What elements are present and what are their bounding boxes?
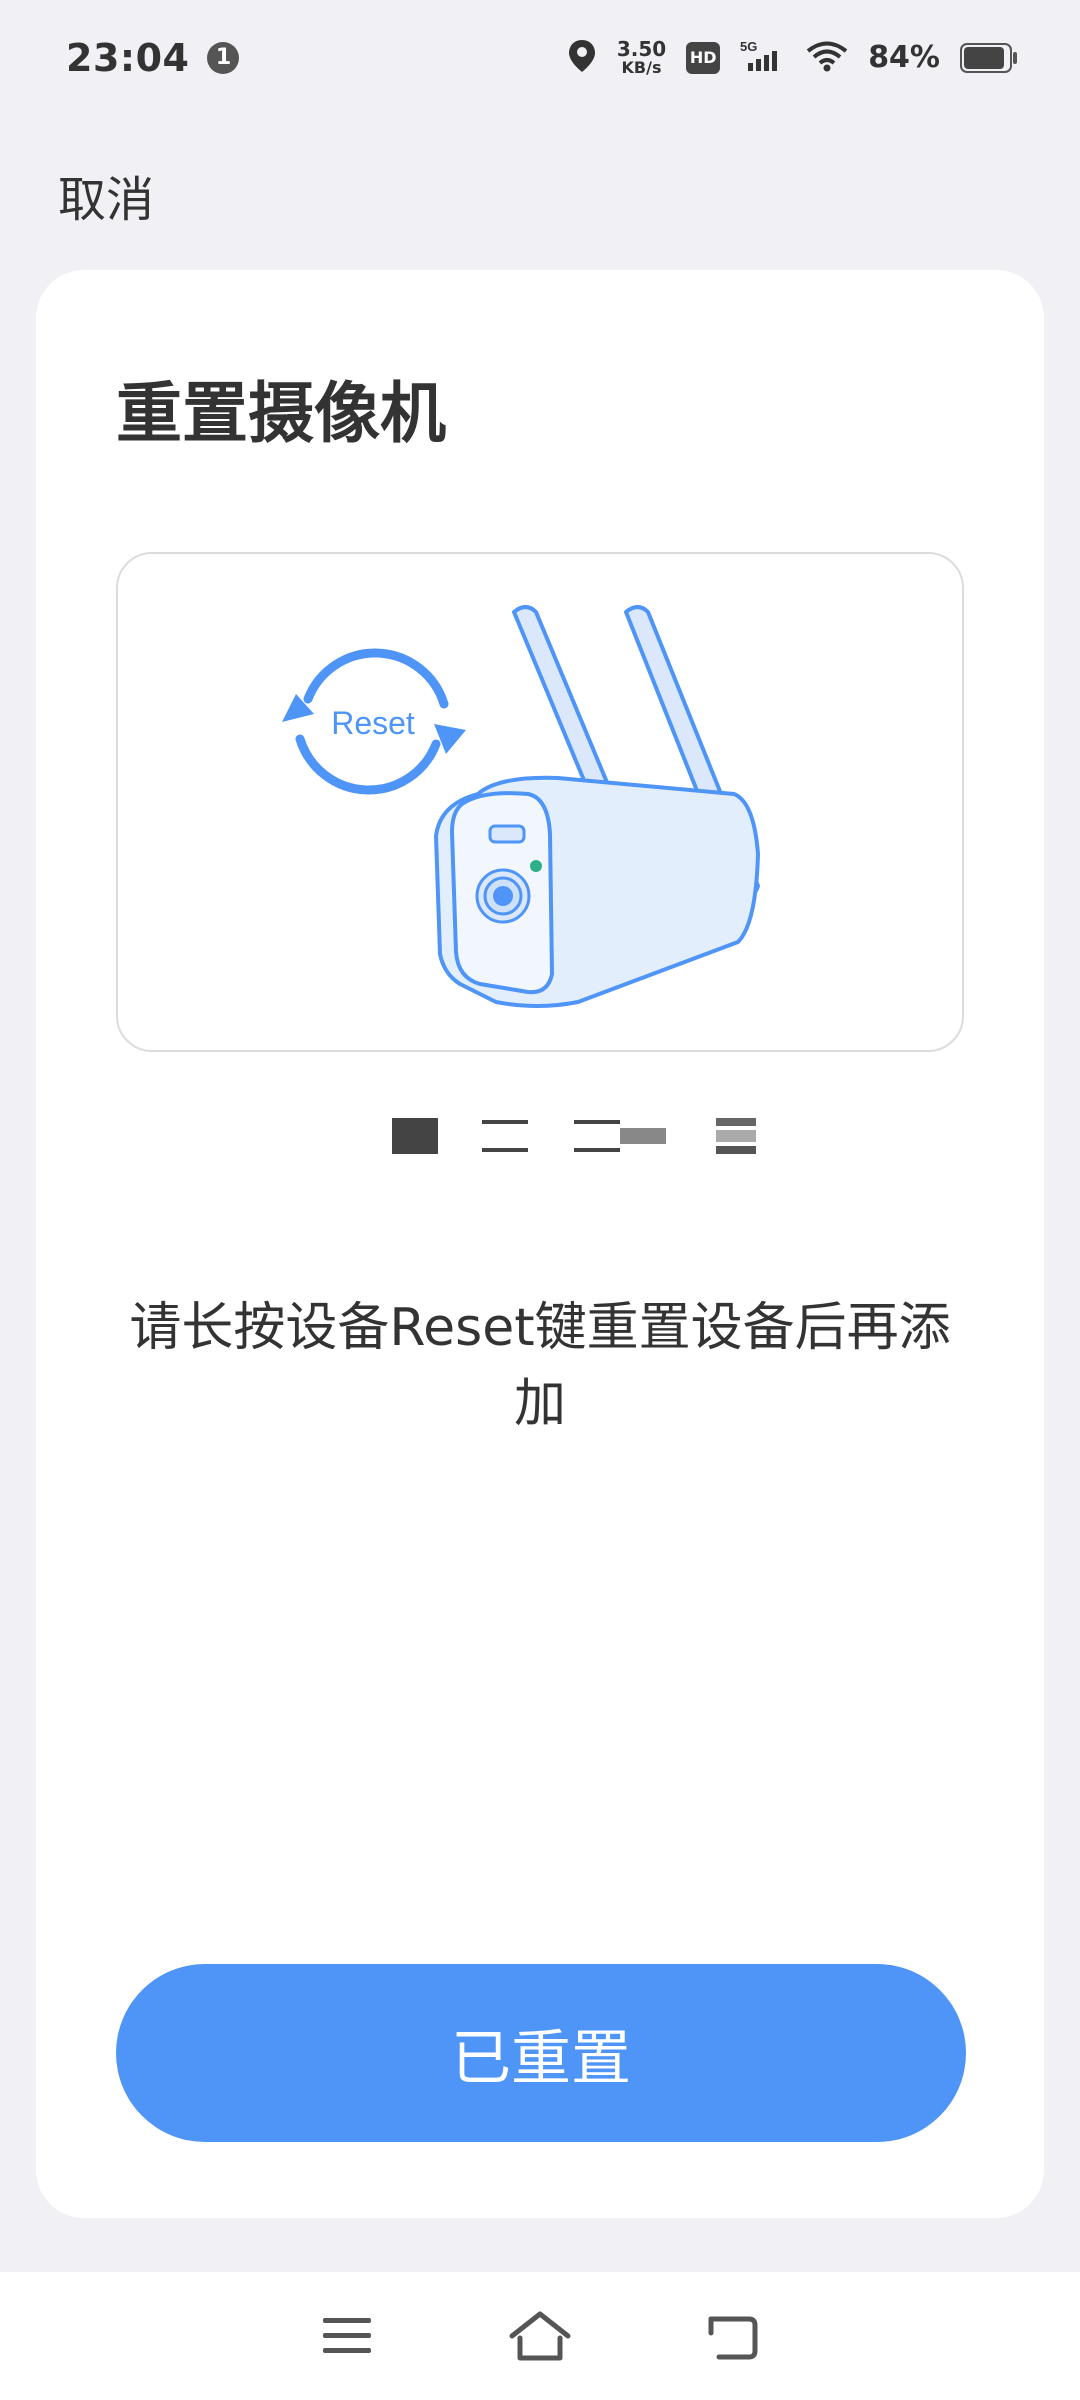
step-dot-3 <box>574 1120 666 1152</box>
confirm-reset-button[interactable]: 已重置 <box>116 1964 966 2142</box>
menu-icon[interactable] <box>312 2301 382 2371</box>
reset-camera-card: 重置摄像机 Reset 请长按设备Reset键重置设备后再添加 已重置 <box>36 270 1044 2218</box>
step-dot-2 <box>482 1120 528 1152</box>
reset-camera-illustration: Reset <box>116 552 964 1052</box>
reset-instruction: 请长按设备Reset键重置设备后再添加 <box>129 1298 951 1434</box>
svg-text:5G: 5G <box>740 39 757 54</box>
battery-icon <box>960 42 1018 73</box>
cellular-signal-icon: 5G <box>740 39 786 77</box>
cancel-button[interactable]: 取消 <box>58 160 154 230</box>
network-speed: 3.50 KB/s <box>616 36 667 77</box>
system-nav-bar <box>0 2272 1080 2400</box>
location-icon <box>567 38 597 78</box>
status-time: 23:04 <box>66 35 190 80</box>
hd-icon: HD <box>686 41 721 74</box>
camera-icon <box>434 605 760 1008</box>
reset-label: Reset <box>331 705 415 741</box>
step-dot-4 <box>716 1118 762 1154</box>
battery-percent: 84% <box>868 40 940 75</box>
back-icon[interactable] <box>698 2301 768 2371</box>
wifi-icon <box>806 40 848 76</box>
notification-badge: 1 <box>207 41 240 74</box>
status-bar: 23:04 1 3.50 KB/s HD 5G 84% <box>0 0 1080 115</box>
page-title: 重置摄像机 <box>116 375 446 452</box>
home-icon[interactable] <box>505 2301 575 2371</box>
reset-cycle-icon: Reset <box>282 648 466 795</box>
step-dot-1 <box>392 1118 438 1154</box>
step-indicator <box>356 1110 762 1170</box>
